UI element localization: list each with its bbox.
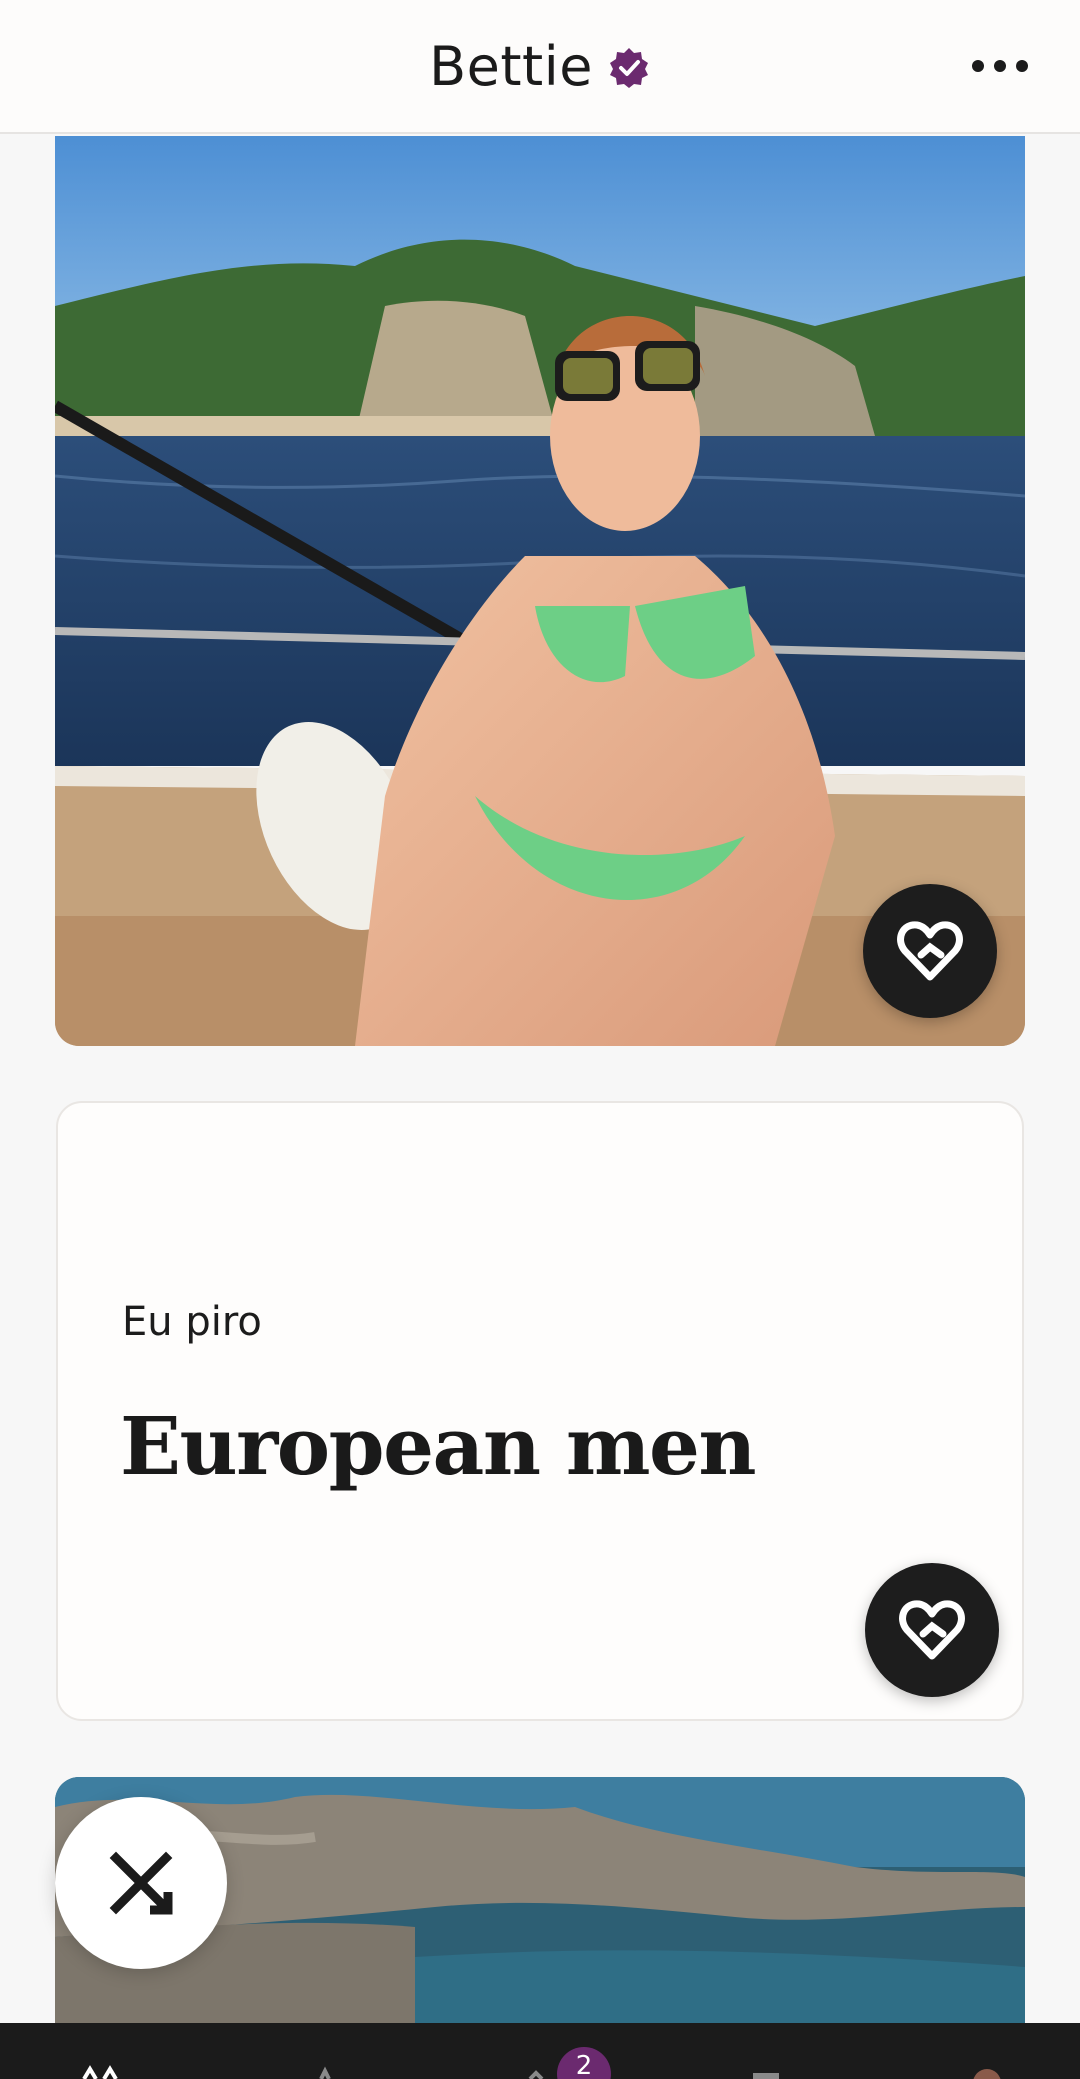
close-icon <box>109 1851 173 1915</box>
profile-header: Bettie <box>0 0 1080 134</box>
prompt-question: Eu piro <box>122 1299 262 1345</box>
prompt-answer: European men <box>120 1399 757 1493</box>
standouts-icon <box>319 2066 331 2079</box>
likes-icon <box>528 2070 544 2079</box>
home-icon <box>82 2065 118 2079</box>
profile-icon <box>973 2069 1001 2079</box>
more-options-button[interactable] <box>972 52 1028 80</box>
heart-icon <box>897 921 963 981</box>
verified-badge-icon <box>609 48 648 88</box>
profile-screen: Bettie Eu piro European men 2 <box>0 0 1080 2079</box>
nav-profile[interactable] <box>945 2023 1025 2079</box>
profile-photo-1[interactable] <box>55 136 1025 1046</box>
like-prompt-button[interactable] <box>865 1563 999 1697</box>
prompt-card[interactable]: Eu piro European men <box>56 1101 1024 1721</box>
bottom-navigation <box>0 2023 1080 2079</box>
profile-name: Bettie <box>429 34 593 98</box>
more-dot-icon <box>972 60 984 72</box>
more-dot-icon <box>994 60 1006 72</box>
skip-profile-button[interactable] <box>55 1797 227 1969</box>
nav-matches[interactable] <box>725 2023 805 2079</box>
nav-home[interactable] <box>60 2023 140 2079</box>
like-photo-button[interactable] <box>863 884 997 1018</box>
nav-standouts[interactable] <box>285 2023 365 2079</box>
heart-icon <box>899 1600 965 1660</box>
more-dot-icon <box>1016 60 1028 72</box>
matches-icon <box>753 2073 779 2079</box>
